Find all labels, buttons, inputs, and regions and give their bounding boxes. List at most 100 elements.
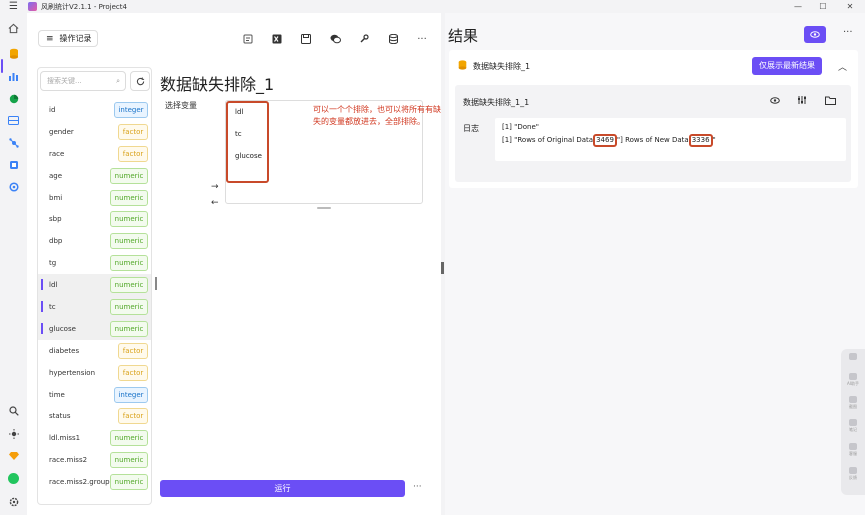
search-icon[interactable] [6,403,21,418]
variable-row-gender[interactable]: gender factor [38,121,151,143]
variable-row-race-miss2-group[interactable]: race.miss2.group numeric [38,471,151,493]
variable-row-sbp[interactable]: sbp numeric [38,208,151,230]
variable-row-ldl[interactable]: ldl numeric [38,274,151,297]
folder-icon[interactable] [824,94,836,106]
database-icon[interactable] [387,33,399,45]
variable-row-id[interactable]: id integer [38,99,151,121]
table-icon[interactable] [6,113,21,128]
diamond-icon[interactable] [6,448,21,463]
float-service-button[interactable]: 客服 [841,443,865,457]
result-item: 数据缺失排除_1_1 日志 [1] "Done" [1] "Rows of Or… [455,85,851,182]
selected-var-glucose[interactable]: glucose [235,152,262,160]
run-button[interactable]: 运行 [160,480,405,497]
result-db-icon [458,60,467,70]
active-indicator [1,59,3,73]
selected-var-ldl[interactable]: ldl [235,108,243,116]
add-right-arrow-icon[interactable]: → [211,182,219,192]
variable-row-diabetes[interactable]: diabetes factor [38,340,151,362]
list-icon: ≡ [46,33,54,44]
refresh-button[interactable] [130,71,150,91]
float-label: 笔记 [849,427,857,432]
variable-list: id integer gender factor race factor age numeri… [38,99,151,493]
variable-name: dbp [49,237,63,246]
app-title: 风刷统计V2.1.1 - Project4 [41,2,127,11]
maximize-icon[interactable]: ☐ [813,0,833,13]
highlight-box [226,101,269,183]
user-avatar-icon[interactable] [6,471,21,486]
float-screenshot-button[interactable]: 截图 [841,396,865,410]
adjust-icon[interactable] [796,94,808,106]
results-panel: 结果 ··· 数据缺失排除_1 仅展示最新结果 ︿ 数据缺失排除_1_1 日志 … [445,13,865,515]
menu-icon[interactable]: ☰ [9,1,19,12]
analysis-icon[interactable] [6,91,21,106]
result-card-header[interactable]: 数据缺失排除_1 仅展示最新结果 ︿ [449,53,858,77]
new-rows-highlight: 3336 [688,134,713,147]
model-icon[interactable] [6,157,21,172]
variable-type-badge: integer [114,101,148,118]
list-resize-handle[interactable] [155,277,157,290]
variable-row-bmi[interactable]: bmi numeric [38,187,151,209]
variable-row-glucose[interactable]: glucose numeric [38,317,151,340]
selected-var-tc[interactable]: tc [235,130,242,138]
float-label: AI助手 [847,381,859,386]
theme-sun-icon[interactable] [6,426,21,441]
more-icon[interactable]: ··· [416,33,428,45]
remove-left-arrow-icon[interactable]: ← [211,198,219,208]
variable-row-race-miss2[interactable]: race.miss2 numeric [38,449,151,471]
log-line-rows: [1] "Rows of Original Data 3469 "] Rows of… [502,134,716,147]
variable-row-tc[interactable]: tc numeric [38,296,151,318]
result-card-name: 数据缺失排除_1 [473,62,531,71]
results-more-icon[interactable]: ··· [843,27,853,38]
code-export-icon[interactable] [242,33,254,45]
chevron-up-icon[interactable]: ︿ [838,60,847,73]
show-latest-button[interactable]: 仅展示最新结果 [752,57,822,75]
network-icon[interactable] [6,135,21,150]
view-toggle-button[interactable] [804,26,826,43]
title-bar: ☰ 风刷统计V2.1.1 - Project4 [0,0,865,13]
drop-area-resize-handle[interactable] [317,207,331,209]
save-icon[interactable] [300,33,312,45]
chart-icon[interactable] [6,68,21,83]
variable-type-badge: numeric [110,189,148,206]
variable-row-age[interactable]: age numeric [38,165,151,187]
log-label: 日志 [463,124,479,133]
variable-type-badge: numeric [110,474,148,491]
variable-type-badge: numeric [110,430,148,447]
settings-cog-icon[interactable] [6,179,21,194]
app-logo-icon [28,2,37,11]
float-notes-button[interactable]: 笔记 [841,419,865,433]
variable-type-badge: numeric [110,277,148,294]
variable-row-ldl-miss1[interactable]: ldl.miss1 numeric [38,427,151,449]
variable-name: tg [49,259,57,268]
float-top-icon[interactable] [841,353,865,361]
wrench-icon[interactable] [358,33,370,45]
close-icon[interactable]: ✕ [840,0,860,13]
variable-row-race[interactable]: race factor [38,143,151,165]
variable-type-badge: numeric [110,167,148,184]
variable-row-dbp[interactable]: dbp numeric [38,230,151,252]
variable-row-time[interactable]: time integer [38,384,151,406]
settings-icon[interactable] [6,494,21,509]
home-icon[interactable] [6,21,21,36]
float-feedback-button[interactable]: 反馈 [841,467,865,481]
search-input[interactable]: 搜索关键... ⌕ [40,71,126,91]
operation-log-button[interactable]: ≡ 操作记录 [38,30,98,47]
variable-name: id [49,105,56,114]
variable-row-hypertension[interactable]: hypertension factor [38,362,151,384]
results-title: 结果 [448,27,479,45]
variable-name: glucose [49,324,76,333]
variable-type-badge: factor [118,342,148,359]
variable-row-tg[interactable]: tg numeric [38,252,151,274]
operation-log-label: 操作记录 [59,34,92,43]
excel-icon[interactable] [271,33,283,45]
variable-row-status[interactable]: status factor [38,405,151,427]
variable-name: time [49,390,65,399]
run-more-icon[interactable]: ··· [413,482,422,492]
data-icon[interactable] [6,46,21,61]
preview-eye-icon[interactable] [769,94,781,106]
panel-splitter[interactable] [441,262,444,274]
variable-name: hypertension [49,368,96,377]
minimize-icon[interactable]: — [788,0,808,13]
chat-icon[interactable] [329,33,341,45]
float-ai-assistant-button[interactable]: AI助手 [841,373,865,387]
